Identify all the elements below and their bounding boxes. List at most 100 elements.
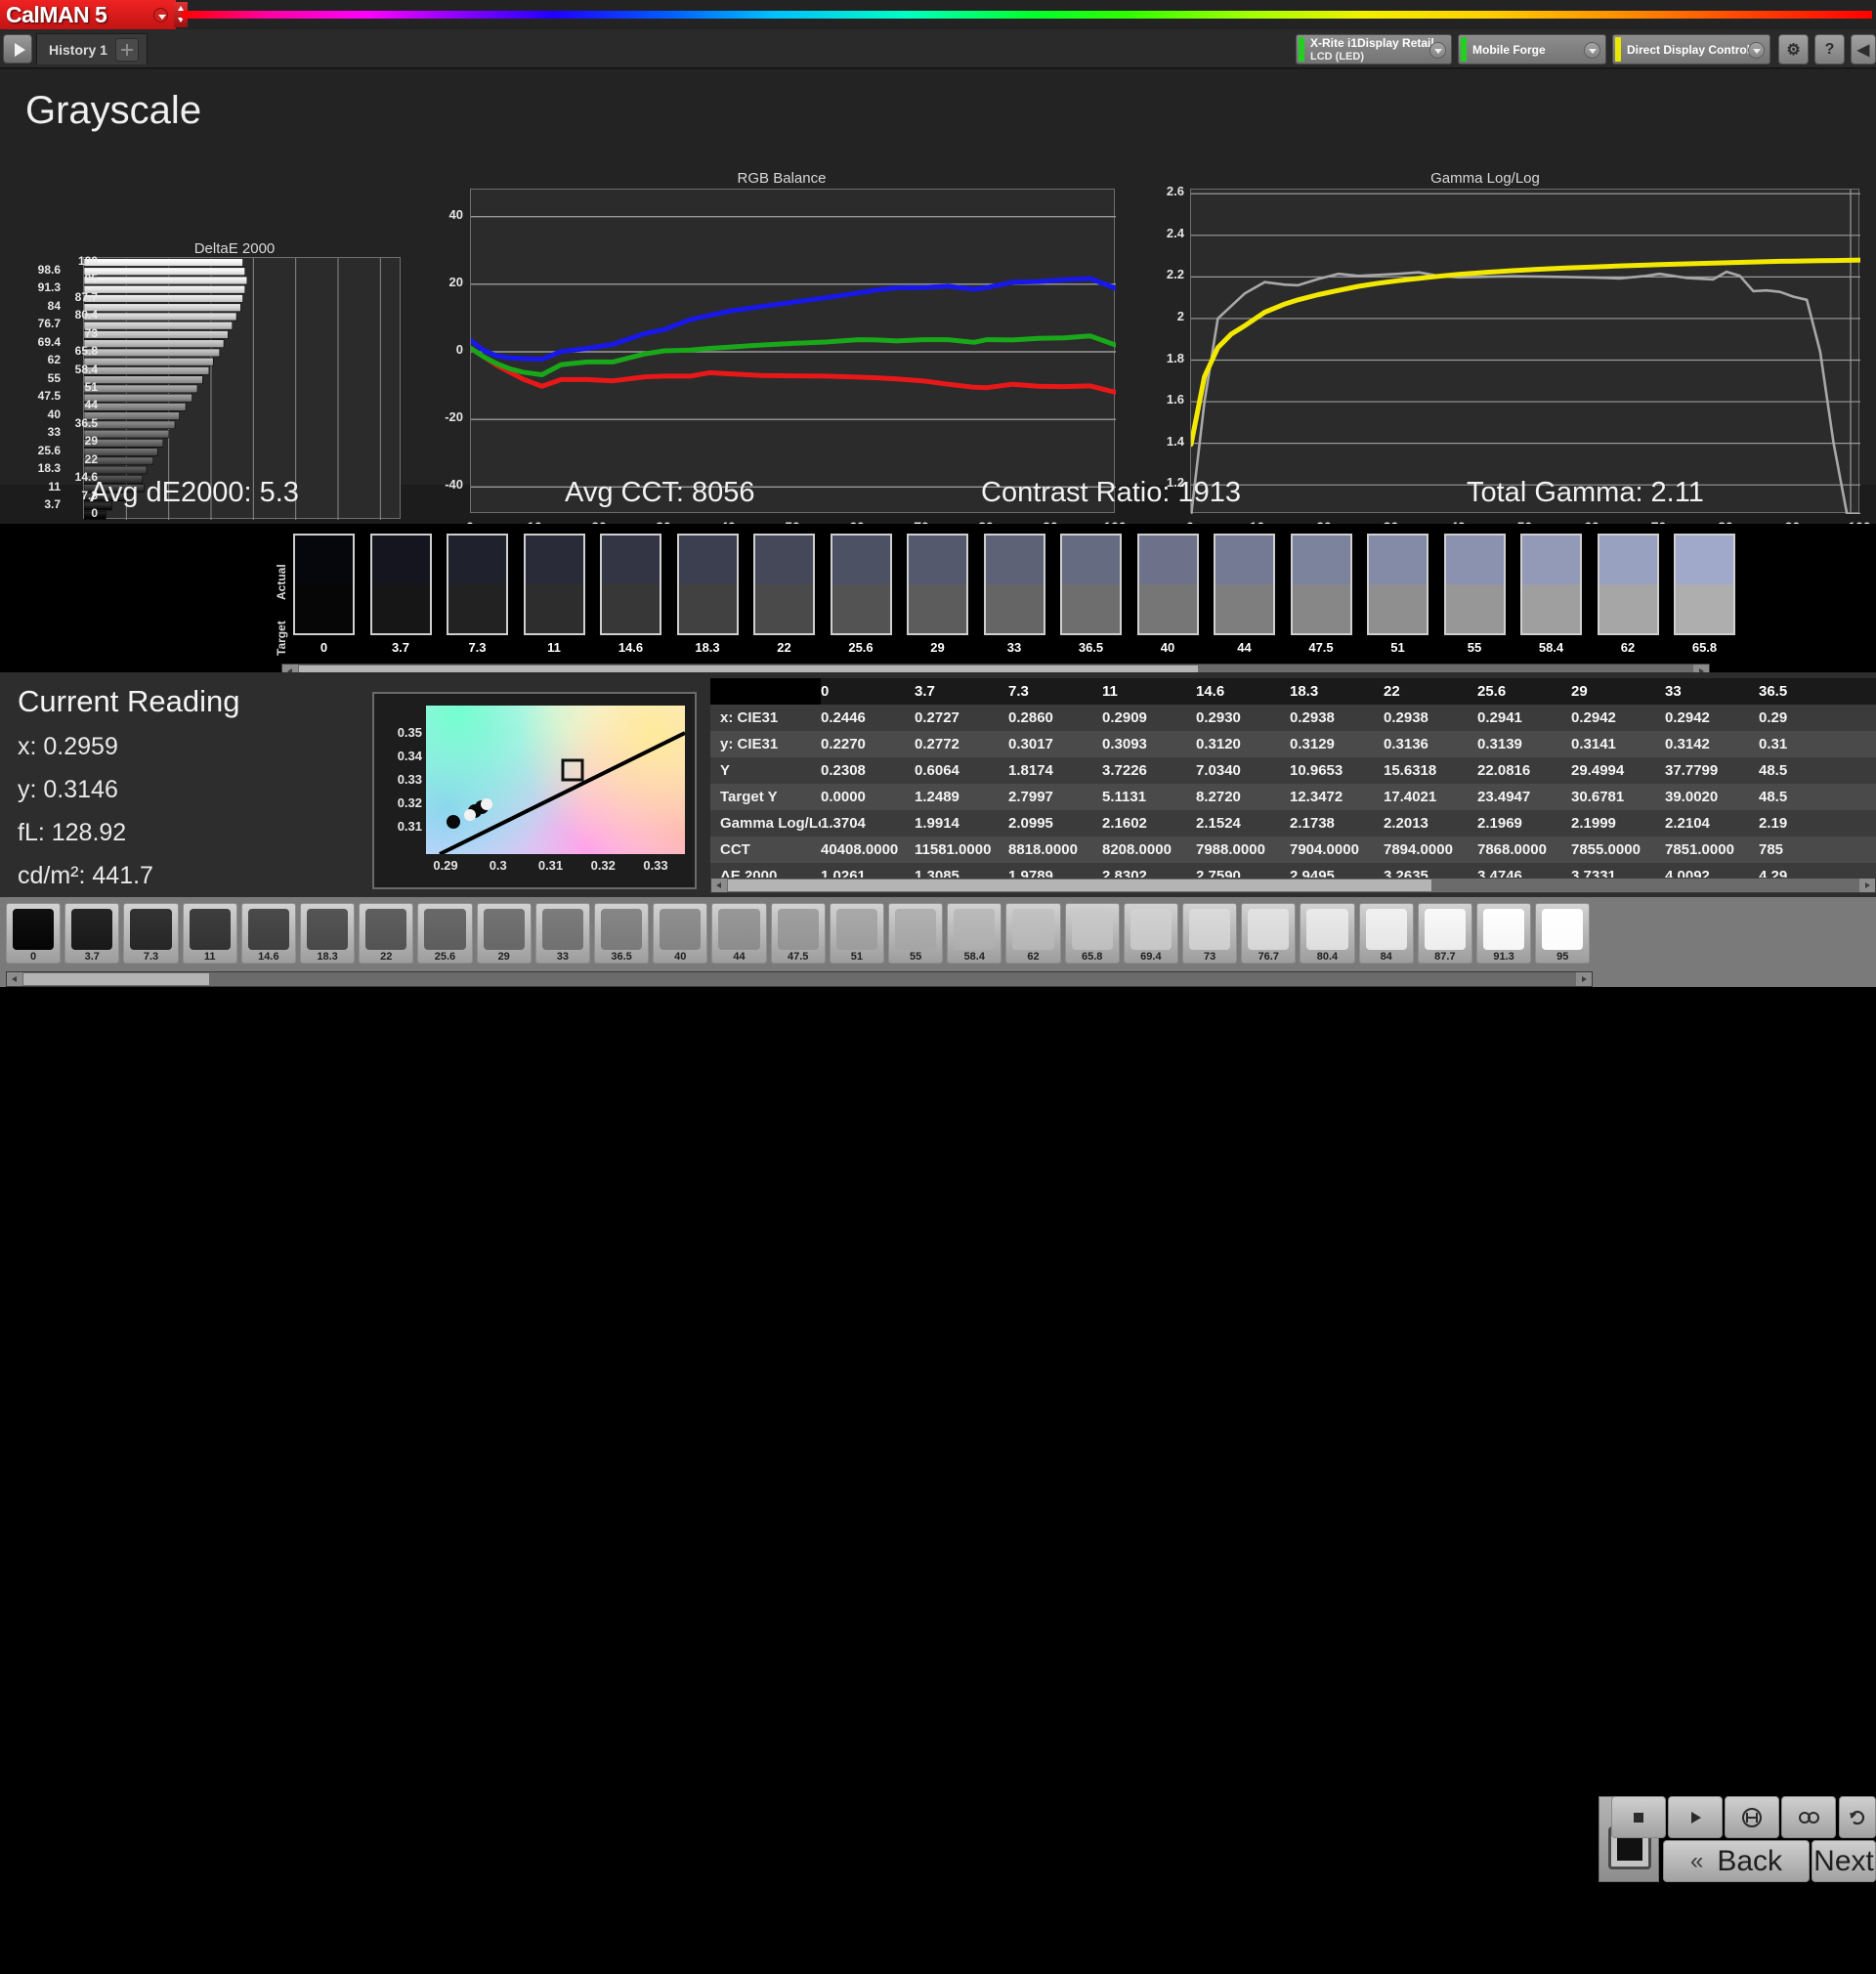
swatch-label: 11: [547, 640, 561, 655]
swatch[interactable]: [907, 534, 968, 635]
swatch-target: [909, 584, 966, 633]
footer-swatch[interactable]: 58.4: [947, 903, 1002, 964]
table-scroll-right-icon[interactable]: [1859, 879, 1875, 892]
table-cell: 7988.0000: [1196, 841, 1265, 858]
meter-button[interactable]: [1725, 1796, 1779, 1838]
swatch[interactable]: [1520, 534, 1582, 635]
footer-swatch[interactable]: 69.4: [1123, 903, 1178, 964]
gear-icon[interactable]: ⚙: [1778, 34, 1809, 64]
table-cell: 0.2942: [1665, 709, 1710, 726]
table-scrollbar[interactable]: [710, 878, 1876, 893]
next-button[interactable]: Next: [1812, 1840, 1876, 1882]
footer-swatch[interactable]: 76.7: [1241, 903, 1297, 964]
app-logo[interactable]: CalMAN 5: [0, 0, 176, 29]
swatch[interactable]: [830, 534, 892, 635]
swatch[interactable]: [447, 534, 508, 635]
footer-scroll-right-icon[interactable]: [1576, 972, 1592, 986]
next-label: Next: [1813, 1844, 1874, 1877]
swatch[interactable]: [753, 534, 815, 635]
play-button[interactable]: [1668, 1796, 1723, 1838]
footer-swatch[interactable]: 55: [888, 903, 944, 964]
swatch-actual: [1292, 536, 1350, 584]
footer-swatch[interactable]: 14.6: [240, 903, 296, 964]
table-cell: 1.3704: [821, 815, 866, 832]
footer-swatch[interactable]: 33: [534, 903, 590, 964]
chevron-left-icon[interactable]: ◀: [1851, 34, 1876, 64]
swatch[interactable]: [1674, 534, 1735, 635]
table-row[interactable]: CCT 40408.0000 11581.0000 8818.0000 8208.000…: [710, 837, 1876, 863]
footer-swatch-label: 65.8: [1081, 951, 1103, 963]
footer-swatch[interactable]: 84: [1358, 903, 1414, 964]
footer-swatch[interactable]: 44: [711, 903, 767, 964]
run-session-button[interactable]: [3, 34, 32, 64]
swatch[interactable]: [1060, 534, 1122, 635]
gamma-chart[interactable]: [1190, 189, 1860, 514]
footer-swatch[interactable]: 91.3: [1476, 903, 1532, 964]
table-row[interactable]: Y 0.2308 0.6064 1.8174 3.7226 7.0340 10.9653 15…: [710, 757, 1876, 784]
footer-swatch[interactable]: 51: [829, 903, 884, 964]
footer-swatch[interactable]: 7.3: [123, 903, 179, 964]
footer-swatch[interactable]: 47.5: [770, 903, 826, 964]
meter-selector[interactable]: X-Rite i1Display Retail LCD (LED): [1296, 34, 1452, 64]
rgb-y-tick: 20: [448, 274, 463, 289]
swatch[interactable]: [369, 534, 432, 635]
swatch[interactable]: [1136, 534, 1199, 635]
table-cell: 0.2938: [1384, 709, 1428, 726]
footer-swatch[interactable]: 11: [182, 903, 237, 964]
display-control-selector[interactable]: Direct Display Control: [1612, 34, 1770, 64]
tab-history-1[interactable]: History 1: [36, 33, 148, 64]
table-row[interactable]: y: CIE31 0.2270 0.2772 0.3017 0.3093 0.3120 0.…: [710, 731, 1876, 757]
swatch[interactable]: [676, 534, 739, 635]
footer-scroll-left-icon[interactable]: [7, 972, 22, 986]
source-selector[interactable]: Mobile Forge: [1458, 34, 1606, 64]
footer-swatch[interactable]: 40: [653, 903, 708, 964]
footer-swatch-label: 58.4: [963, 951, 985, 963]
swatch[interactable]: [293, 534, 355, 635]
footer-swatch[interactable]: 0: [6, 903, 62, 964]
meter-dropdown-icon[interactable]: [1429, 42, 1446, 59]
add-tab-icon[interactable]: [114, 37, 139, 62]
footer-swatch[interactable]: 80.4: [1300, 903, 1355, 964]
control-dropdown-icon[interactable]: [1748, 42, 1765, 59]
swatch[interactable]: [1290, 534, 1352, 635]
rgb-balance-chart[interactable]: [470, 189, 1116, 513]
footer-swatch[interactable]: 3.7: [64, 903, 120, 964]
footer-swatch[interactable]: 25.6: [417, 903, 473, 964]
swatch-label: 36.5: [1078, 640, 1104, 655]
swatch[interactable]: [1367, 534, 1428, 635]
swatch[interactable]: [523, 534, 585, 635]
footer-swatch[interactable]: 62: [1005, 903, 1061, 964]
footer-swatch[interactable]: 18.3: [300, 903, 356, 964]
footer-scrollbar[interactable]: [6, 971, 1593, 987]
swatch[interactable]: [983, 534, 1045, 635]
question-icon[interactable]: ?: [1814, 34, 1845, 64]
source-dropdown-icon[interactable]: [1584, 42, 1600, 59]
swatch-label: 62: [1620, 640, 1636, 655]
measurements-table[interactable]: 0 3.7 7.3 11 14.6 18.3 22 25.6 29 33 36.5 x: CIE31 0…: [710, 678, 1876, 893]
refresh-button[interactable]: [1839, 1796, 1876, 1838]
swatch[interactable]: [1443, 534, 1506, 635]
logo-dropdown-icon[interactable]: [153, 8, 168, 22]
table-cell: 2.1999: [1571, 815, 1616, 832]
table-cell: 2.0995: [1008, 815, 1053, 832]
table-row[interactable]: Gamma Log/Log1.3704 1.9914 2.0995 2.1602 2.1…: [710, 810, 1876, 837]
footer-swatch[interactable]: 95: [1535, 903, 1591, 964]
footer-swatch[interactable]: 65.8: [1064, 903, 1120, 964]
back-button[interactable]: « Back: [1663, 1840, 1810, 1882]
stop-button[interactable]: [1611, 1796, 1666, 1838]
table-row[interactable]: x: CIE31 0.2446 0.2727 0.2860 0.2909 0.2930 0.…: [710, 705, 1876, 731]
footer-swatch[interactable]: 87.7: [1417, 903, 1472, 964]
table-scroll-left-icon[interactable]: [711, 879, 727, 892]
swatch[interactable]: [1214, 534, 1275, 635]
footer-swatch[interactable]: 22: [359, 903, 414, 964]
loop-button[interactable]: [1781, 1796, 1836, 1838]
swatch[interactable]: [600, 534, 661, 635]
footer-scroll-thumb[interactable]: [23, 973, 209, 985]
footer-swatch[interactable]: 73: [1182, 903, 1238, 964]
table-row[interactable]: Target Y 0.0000 1.2489 2.7997 5.1131 8.2720 12…: [710, 784, 1876, 810]
table-scroll-thumb[interactable]: [728, 880, 1431, 891]
footer-swatch-color: [71, 909, 113, 950]
footer-swatch[interactable]: 36.5: [594, 903, 650, 964]
swatch[interactable]: [1597, 534, 1659, 635]
footer-swatch[interactable]: 29: [476, 903, 532, 964]
